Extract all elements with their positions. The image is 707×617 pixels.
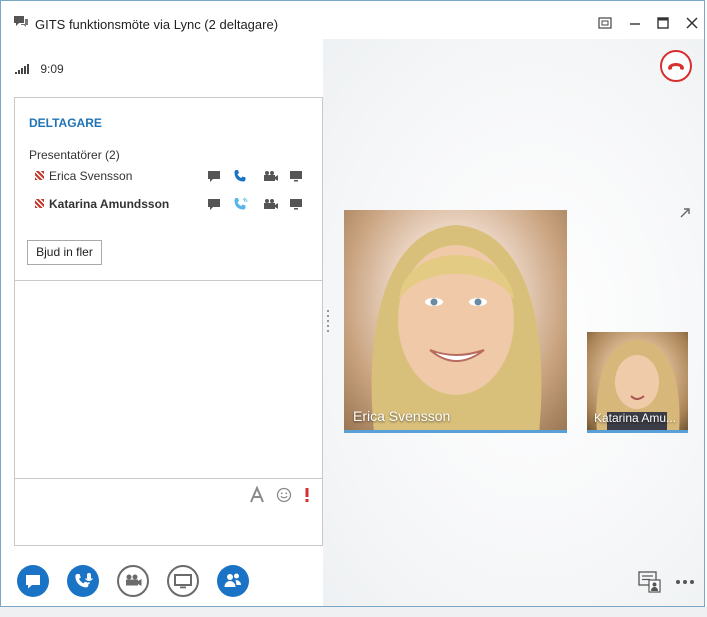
presenters-group-label: Presentatörer (2) xyxy=(29,148,120,162)
font-icon[interactable] xyxy=(249,485,265,504)
invite-more-button[interactable]: Bjud in fler xyxy=(27,240,102,265)
compose-divider xyxy=(15,478,322,479)
phone-icon[interactable] xyxy=(232,168,248,184)
call-timer: 9:09 xyxy=(40,61,64,76)
phone-mic-icon xyxy=(75,573,93,588)
popout-icon[interactable] xyxy=(679,207,691,219)
close-icon[interactable] xyxy=(684,15,700,31)
thumbnail-name: Katarina Amu... xyxy=(594,411,677,425)
phone-icon[interactable] xyxy=(232,196,248,212)
hangup-icon xyxy=(668,63,684,70)
participant-row[interactable]: Katarina Amundsson xyxy=(15,194,322,216)
desktop-strip xyxy=(0,607,707,617)
screen-icon[interactable] xyxy=(288,168,304,184)
important-icon[interactable] xyxy=(304,487,310,503)
maximize-icon[interactable] xyxy=(655,15,671,31)
speaker-photo xyxy=(371,225,542,430)
present-button[interactable] xyxy=(167,565,199,597)
panel-divider xyxy=(15,280,322,281)
conversation-icon xyxy=(14,16,28,27)
presenter-flag-icon xyxy=(35,199,44,208)
participant-row[interactable]: Erica Svensson xyxy=(15,166,322,188)
hangup-button[interactable] xyxy=(660,50,692,82)
pane-splitter[interactable] xyxy=(326,309,330,333)
call-status: 9:09 xyxy=(15,61,64,76)
im-icon[interactable] xyxy=(206,196,222,212)
minimize-icon[interactable] xyxy=(627,15,643,31)
screen-icon xyxy=(174,574,192,589)
participants-title: DELTAGARE xyxy=(29,116,102,130)
audio-button[interactable] xyxy=(67,565,99,597)
screen-icon[interactable] xyxy=(288,196,304,212)
participants-panel: DELTAGARE Presentatörer (2) Erica Svenss… xyxy=(14,97,323,546)
video-thumbnail[interactable]: Katarina Amu... xyxy=(587,332,688,433)
participants-button[interactable] xyxy=(217,565,249,597)
compose-toolbar xyxy=(249,485,310,506)
video-icon xyxy=(126,574,142,586)
video-icon[interactable] xyxy=(262,196,278,212)
emoticon-icon[interactable] xyxy=(276,487,292,503)
meeting-entry-info-icon[interactable] xyxy=(638,571,662,593)
video-button[interactable] xyxy=(117,565,149,597)
participants-icon xyxy=(224,573,241,587)
participant-name: Erica Svensson xyxy=(49,169,133,183)
participant-name: Katarina Amundsson xyxy=(49,197,170,211)
main-speaker-name: Erica Svensson xyxy=(353,408,451,424)
lync-window: GITS funktionsmöte via Lync (2 deltagare… xyxy=(0,0,705,607)
more-icon[interactable] xyxy=(675,579,695,585)
video-icon[interactable] xyxy=(262,168,278,184)
presenter-flag-icon xyxy=(35,171,44,180)
im-icon[interactable] xyxy=(206,168,222,184)
restore-icon[interactable] xyxy=(597,15,613,31)
im-button[interactable] xyxy=(17,565,49,597)
signal-icon xyxy=(15,63,29,74)
window-title: GITS funktionsmöte via Lync (2 deltagare… xyxy=(35,17,279,32)
video-main-speaker[interactable]: Erica Svensson xyxy=(344,210,567,433)
im-icon xyxy=(26,575,40,589)
title-bar: GITS funktionsmöte via Lync (2 deltagare… xyxy=(1,1,704,39)
